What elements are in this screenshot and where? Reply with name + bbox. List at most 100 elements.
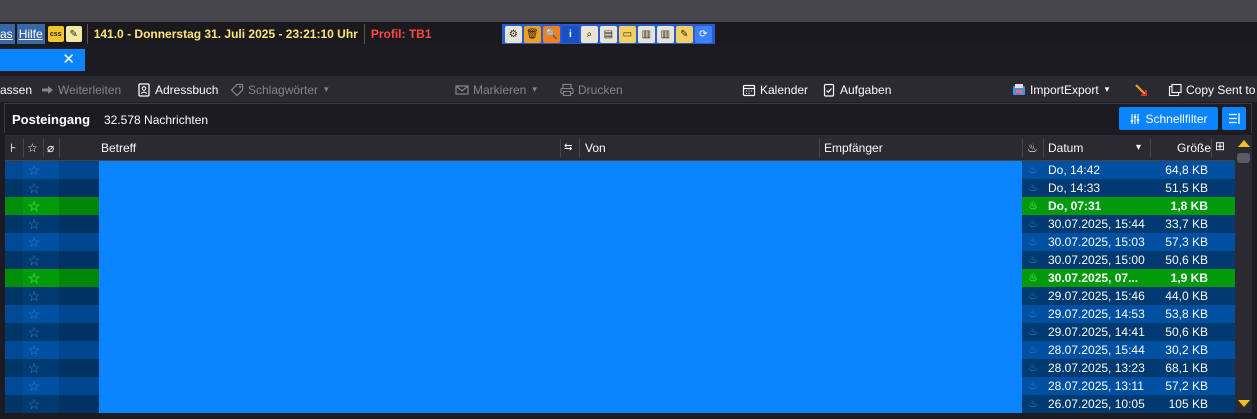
- junk-status-icon[interactable]: ♨: [1022, 161, 1044, 179]
- star-icon[interactable]: ☆: [23, 251, 45, 269]
- junk-status-icon[interactable]: ♨: [1022, 179, 1044, 197]
- copysent-button[interactable]: Copy Sent to: [1168, 81, 1255, 98]
- display-options-button[interactable]: [1222, 107, 1246, 130]
- subject-cell[interactable]: [99, 197, 1022, 215]
- subject-cell[interactable]: [99, 233, 1022, 251]
- table-row[interactable]: ☆ ♨ 30.07.2025, 15:00 50,6 KB: [5, 251, 1235, 269]
- junk-status-icon[interactable]: ♨: [1022, 341, 1044, 359]
- thread-column-icon[interactable]: ⊦: [10, 141, 16, 155]
- folder-edit-icon[interactable]: ✎: [675, 25, 693, 43]
- notebook-alt-icon[interactable]: ▥: [656, 25, 674, 43]
- scroll-down-icon[interactable]: [1238, 400, 1250, 407]
- table-row[interactable]: ☆ ♨ Do, 14:33 51,5 KB: [5, 179, 1235, 197]
- junk-status-icon[interactable]: ♨: [1022, 215, 1044, 233]
- tab-active[interactable]: ✕: [0, 49, 85, 71]
- star-icon[interactable]: ☆: [23, 359, 45, 377]
- star-icon[interactable]: ☆: [23, 179, 45, 197]
- scroll-up-icon[interactable]: [1238, 140, 1250, 147]
- star-icon[interactable]: ☆: [23, 269, 45, 287]
- tasks-button[interactable]: Aufgaben: [822, 81, 891, 98]
- trash-icon[interactable]: 🗑: [523, 25, 541, 43]
- table-row[interactable]: ☆ ♨ 26.07.2025, 10:05 105 KB: [5, 395, 1235, 413]
- column-subject[interactable]: Betreff: [101, 141, 136, 155]
- subject-cell[interactable]: [99, 359, 1022, 377]
- menu-hilfe[interactable]: Hilfe: [16, 24, 45, 44]
- table-row[interactable]: ☆ ♨ 30.07.2025, 07... 1,9 KB: [5, 269, 1235, 287]
- column-picker-icon[interactable]: ⊞: [1215, 139, 1225, 153]
- star-icon[interactable]: ☆: [23, 161, 45, 179]
- find-icon[interactable]: ⌕: [580, 25, 598, 43]
- subject-cell[interactable]: [99, 305, 1022, 323]
- subject-cell[interactable]: [99, 395, 1022, 413]
- mark-button[interactable]: Markieren ▾: [455, 81, 537, 98]
- junk-status-icon[interactable]: ♨: [1022, 395, 1044, 413]
- table-row[interactable]: ☆ ♨ 30.07.2025, 15:44 33,7 KB: [5, 215, 1235, 233]
- table-row[interactable]: ☆ ♨ Do, 07:31 1,8 KB: [5, 197, 1235, 215]
- notebook-icon[interactable]: ▥: [637, 25, 655, 43]
- subject-cell[interactable]: [99, 377, 1022, 395]
- info-icon[interactable]: i: [561, 25, 579, 43]
- document-icon[interactable]: ▤: [599, 25, 617, 43]
- column-size[interactable]: Größe: [1177, 141, 1211, 155]
- subject-cell[interactable]: [99, 251, 1022, 269]
- move-icon-button[interactable]: [1134, 81, 1148, 98]
- junk-status-icon[interactable]: ♨: [1022, 359, 1044, 377]
- junk-column-icon[interactable]: ♨: [1027, 141, 1038, 155]
- star-icon[interactable]: ☆: [23, 305, 45, 323]
- importexport-button[interactable]: ImportExport ▾: [1012, 81, 1109, 98]
- star-icon[interactable]: ☆: [23, 287, 45, 305]
- junk-status-icon[interactable]: ♨: [1022, 305, 1044, 323]
- tab-close-icon[interactable]: ✕: [62, 50, 75, 70]
- subject-cell[interactable]: [99, 341, 1022, 359]
- subject-cell[interactable]: [99, 215, 1022, 233]
- table-row[interactable]: ☆ ♨ 28.07.2025, 13:11 57,2 KB: [5, 377, 1235, 395]
- junk-status-icon[interactable]: ♨: [1022, 377, 1044, 395]
- star-column-icon[interactable]: ☆: [27, 141, 38, 155]
- forward-button[interactable]: Weiterleiten: [40, 81, 121, 98]
- search-icon[interactable]: 🔍: [542, 25, 560, 43]
- menu-extras[interactable]: as: [0, 24, 15, 44]
- star-icon[interactable]: ☆: [23, 323, 45, 341]
- refresh-icon[interactable]: ⟳: [694, 25, 712, 43]
- column-recipient[interactable]: Empfänger: [824, 141, 883, 155]
- folder-icon[interactable]: ▭: [618, 25, 636, 43]
- tags-button[interactable]: Schlagwörter ▾: [230, 81, 329, 98]
- subject-cell[interactable]: [99, 287, 1022, 305]
- table-row[interactable]: ☆ ♨ 28.07.2025, 13:23 68,1 KB: [5, 359, 1235, 377]
- calendar-button[interactable]: Kalender: [742, 81, 808, 98]
- subject-cell[interactable]: [99, 269, 1022, 287]
- table-row[interactable]: ☆ ♨ 29.07.2025, 14:41 50,6 KB: [5, 323, 1235, 341]
- junk-status-icon[interactable]: ♨: [1022, 251, 1044, 269]
- table-row[interactable]: ☆ ♨ 29.07.2025, 15:46 44,0 KB: [5, 287, 1235, 305]
- subject-cell[interactable]: [99, 323, 1022, 341]
- junk-status-icon[interactable]: ♨: [1022, 287, 1044, 305]
- correspondent-column-icon[interactable]: ⇆: [564, 142, 572, 153]
- column-from[interactable]: Von: [585, 141, 606, 155]
- table-row[interactable]: ☆ ♨ 28.07.2025, 15:44 30,2 KB: [5, 341, 1235, 359]
- junk-status-icon[interactable]: ♨: [1022, 269, 1044, 287]
- gear-icon[interactable]: ⚙: [504, 25, 522, 43]
- table-row[interactable]: ☆ ♨ 29.07.2025, 14:53 53,8 KB: [5, 305, 1235, 323]
- star-icon[interactable]: ☆: [23, 197, 45, 215]
- junk-status-icon[interactable]: ♨: [1022, 197, 1044, 215]
- column-date[interactable]: Datum: [1048, 141, 1083, 155]
- star-icon[interactable]: ☆: [23, 341, 45, 359]
- scrollbar[interactable]: [1235, 135, 1252, 413]
- subject-cell[interactable]: [99, 161, 1022, 179]
- table-row[interactable]: ☆ ♨ 30.07.2025, 15:03 57,3 KB: [5, 233, 1235, 251]
- quickfilter-button[interactable]: Schnellfilter: [1119, 107, 1218, 130]
- table-row[interactable]: ☆ ♨ Do, 14:42 64,8 KB: [5, 161, 1235, 179]
- print-button[interactable]: Drucken: [560, 81, 623, 98]
- junk-status-icon[interactable]: ♨: [1022, 233, 1044, 251]
- note-edit-icon[interactable]: ✎: [65, 26, 82, 42]
- compose-button[interactable]: assen: [0, 81, 32, 98]
- scroll-thumb[interactable]: [1237, 153, 1250, 163]
- attachment-column-icon[interactable]: ⌀: [47, 141, 54, 155]
- star-icon[interactable]: ☆: [23, 233, 45, 251]
- addressbook-button[interactable]: Adressbuch: [137, 81, 218, 98]
- star-icon[interactable]: ☆: [23, 377, 45, 395]
- subject-cell[interactable]: [99, 179, 1022, 197]
- css-icon[interactable]: css: [47, 26, 64, 42]
- junk-status-icon[interactable]: ♨: [1022, 323, 1044, 341]
- star-icon[interactable]: ☆: [23, 395, 45, 413]
